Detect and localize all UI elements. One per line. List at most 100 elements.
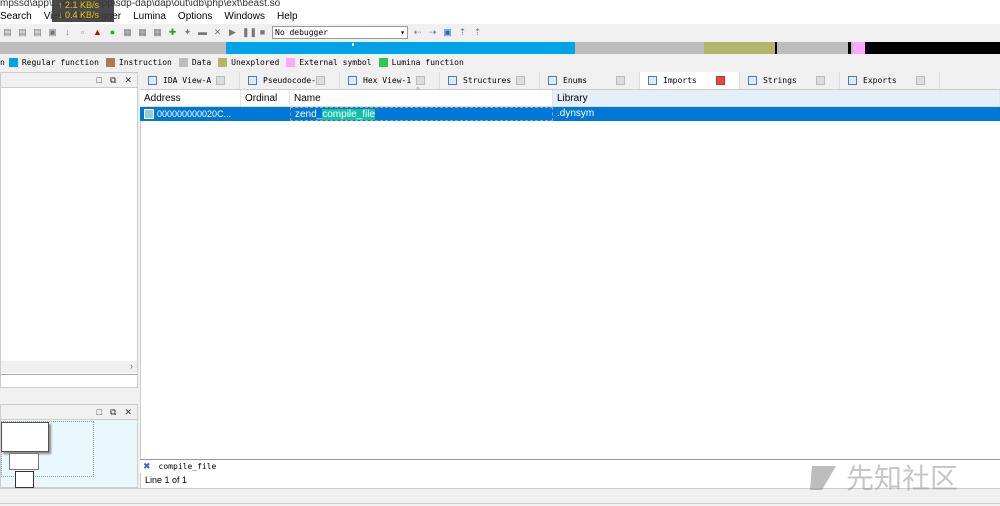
column-header-library[interactable]: Library (553, 90, 1000, 106)
tab-imports[interactable]: Imports (640, 72, 740, 89)
imports-view (140, 72, 1000, 488)
tab-pseudocode-a[interactable]: Pseudocode-A (240, 72, 340, 89)
legend-swatch (286, 58, 296, 67)
toolbar-icon[interactable]: ▤ (17, 27, 28, 38)
close-tab-icon[interactable] (816, 76, 825, 85)
graph-node (9, 453, 39, 470)
close-icon[interactable]: ✕ (124, 75, 132, 86)
clear-filter-icon[interactable]: ✖ (143, 461, 151, 472)
maximize-icon[interactable]: □ (97, 407, 102, 417)
cell-name: zend_compile_file (290, 107, 553, 121)
toolbar-icon[interactable]: ▦ (137, 27, 148, 38)
column-header-ordinal[interactable]: Ordinal (241, 90, 290, 106)
import-icon (144, 109, 154, 119)
close-tab-icon[interactable] (616, 76, 625, 85)
close-tab-icon[interactable] (516, 76, 525, 85)
pause-icon[interactable]: ❚❚ (242, 27, 257, 38)
tab-label: Hex View-1 (363, 76, 412, 85)
name-match-highlight: compile_file (322, 109, 376, 120)
tab-exports[interactable]: Exports (840, 72, 940, 89)
filter-input[interactable]: compile_file (159, 462, 217, 471)
play-icon[interactable]: ▶ (227, 27, 238, 38)
close-icon[interactable]: ✕ (124, 407, 132, 418)
down-arrow-icon[interactable]: ↓ (62, 27, 73, 38)
window-title: mpssd\app\...\docker-app\sdp-dap\dap\out… (0, 0, 1000, 10)
legend-label: Lumina function (391, 58, 464, 67)
menu-search[interactable]: Search (0, 10, 32, 24)
legend-swatch (178, 58, 188, 67)
upload-speed: ↑ 2.1 KB/s (58, 0, 100, 10)
maximize-icon[interactable]: □ (97, 75, 102, 85)
close-icon[interactable]: ✕ (212, 27, 223, 38)
exports-icon (848, 76, 857, 85)
menu-bar: Search View Debugger Lumina Options Wind… (0, 10, 1000, 24)
legend-label: External symbol (299, 58, 372, 67)
toolbar-icon[interactable]: ⇡ (457, 27, 468, 38)
imports-icon (648, 76, 657, 85)
tab-ida-view-a[interactable]: IDA View-A (140, 72, 240, 89)
toolbar-icon[interactable]: ✦ (182, 27, 193, 38)
legend: n Regular function Instruction Data Unex… (0, 56, 467, 69)
ida-view-icon (148, 76, 157, 85)
toolbar-icon[interactable]: ▫ (77, 27, 88, 38)
toolbar-icon[interactable]: ✚ (167, 27, 178, 38)
green-circle-icon[interactable]: ● (107, 27, 118, 38)
hex-view-icon (348, 76, 357, 85)
functions-filter-input[interactable] (1, 374, 137, 387)
toolbar-icon[interactable]: ⇢ (427, 27, 438, 38)
cell-library: .dynsym (557, 108, 595, 119)
tab-label: IDA View-A (163, 76, 212, 85)
menu-windows[interactable]: Windows (224, 10, 265, 24)
menu-options[interactable]: Options (178, 10, 212, 24)
column-header-address[interactable]: Address (140, 90, 241, 106)
close-tab-icon[interactable] (316, 76, 325, 85)
panel-header: □ ⧉ ✕ (1, 405, 137, 420)
download-speed: ↓ 0.4 KB/s (58, 10, 100, 20)
tab-label: Pseudocode-A (263, 76, 321, 85)
tab-enums[interactable]: Enums (540, 72, 640, 89)
panel-header: □ ⧉ ✕ (1, 73, 137, 88)
pseudocode-icon (248, 76, 257, 85)
toolbar-icon[interactable]: ⇡ (472, 27, 483, 38)
toolbar-icon[interactable]: ▤ (32, 27, 43, 38)
close-tab-icon[interactable] (416, 76, 425, 85)
tab-label: Imports (663, 76, 697, 85)
warning-icon[interactable]: ▲ (92, 27, 103, 38)
navigation-band[interactable] (0, 42, 1000, 54)
tab-label: Enums (563, 76, 588, 85)
float-icon[interactable]: ⧉ (110, 407, 116, 418)
tab-strings[interactable]: Strings (740, 72, 840, 89)
tab-label: Exports (863, 76, 897, 85)
stop-icon[interactable]: ■ (257, 27, 268, 38)
toolbar: ▤ ▤ ▤ ▣ ↓ ▫ ▲ ● ▦ ▦ ▦ ✚ ✦ ▬ ✕ ▶ ❚❚ ■ No … (0, 24, 1000, 41)
legend-prefix: n (0, 58, 5, 67)
toolbar-icon[interactable]: ⇠ (412, 27, 423, 38)
column-header-name[interactable]: Name (290, 90, 553, 106)
structures-icon (448, 76, 457, 85)
legend-label: Data (191, 58, 212, 67)
close-tab-icon[interactable] (716, 76, 725, 85)
menu-help[interactable]: Help (277, 10, 298, 24)
legend-swatch (218, 58, 228, 67)
tab-bar: IDA View-A Pseudocode-A Hex View-1 Struc… (140, 72, 1000, 90)
float-icon[interactable]: ⧉ (110, 75, 116, 86)
toolbar-icon[interactable]: ▦ (122, 27, 133, 38)
graph-node (15, 471, 34, 488)
toolbar-icon[interactable]: ▣ (47, 27, 58, 38)
toolbar-icon[interactable]: ▦ (152, 27, 163, 38)
close-tab-icon[interactable] (916, 76, 925, 85)
toolbar-icon[interactable]: ▣ (442, 27, 453, 38)
filter-bar: ✖ compile_file (140, 459, 1000, 473)
toolbar-icon[interactable]: ▤ (2, 27, 13, 38)
toolbar-icon[interactable]: ▬ (197, 27, 208, 38)
horizontal-scrollbar[interactable]: › (1, 361, 137, 373)
legend-swatch (105, 58, 115, 67)
table-row[interactable]: 000000000020C... zend_compile_file .dyns… (140, 107, 1000, 121)
cell-address: 000000000020C... (157, 109, 232, 119)
menu-lumina[interactable]: Lumina (133, 10, 166, 24)
legend-label: Unexplored (231, 58, 280, 67)
tab-hex-view-1[interactable]: Hex View-1 (340, 72, 440, 89)
tab-structures[interactable]: Structures (440, 72, 540, 89)
close-tab-icon[interactable] (216, 76, 225, 85)
debugger-select[interactable]: No debugger (272, 26, 408, 39)
